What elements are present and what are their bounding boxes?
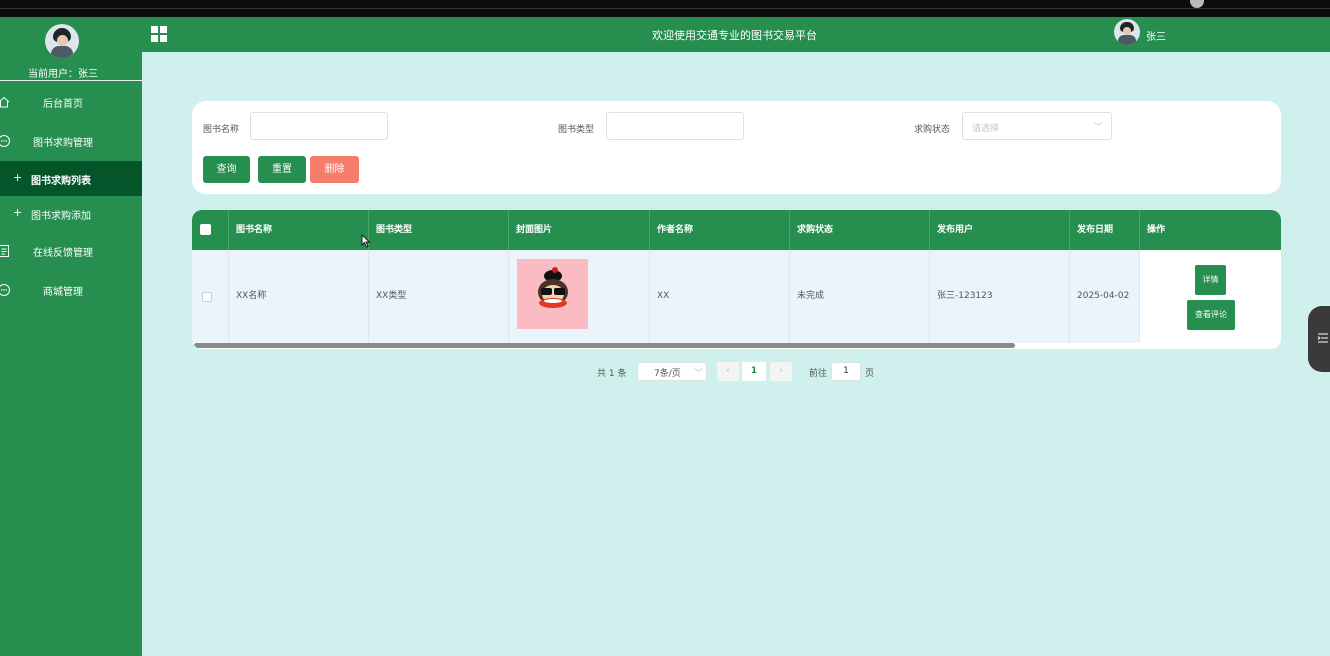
table-row[interactable]: XX名称 XX类型 XX 未完成 张三-123123 2025-04-02 详情… <box>192 250 1281 343</box>
sidebar-item-feedback-management[interactable]: 在线反馈管理 <box>0 233 142 269</box>
chevron-right-icon: › <box>779 366 783 376</box>
delete-button[interactable]: 删除 <box>310 156 359 183</box>
column-header[interactable]: 封面图片 <box>509 210 650 250</box>
cell-author: XX <box>650 250 790 343</box>
sidebar-item-label: 图书求购列表 <box>31 176 91 187</box>
chevron-down-icon: ﹀ <box>694 369 704 379</box>
header-select-all[interactable] <box>192 210 229 250</box>
column-header: 操作 <box>1147 225 1166 235</box>
sidebar-item-book-request-list[interactable]: + 图书求购列表 <box>0 161 142 196</box>
top-header: 欢迎使用交通专业的图书交易平台 张三 <box>142 17 1330 52</box>
reset-button[interactable]: 重置 <box>258 156 306 183</box>
horizontal-scrollbar[interactable] <box>194 343 1015 348</box>
sidebar-item-label: 图书求购添加 <box>31 211 91 222</box>
cell-date: 2025-04-02 <box>1070 250 1140 343</box>
search-panel: 图书名称 图书类型 求购状态 请选择 ﹀ 查询 重置 删除 <box>192 101 1281 194</box>
sidebar-divider <box>0 80 142 81</box>
page-size-select[interactable]: 7条/页 ﹀ <box>637 362 707 381</box>
sidebar-item-label: 后台首页 <box>43 98 83 110</box>
goto-page-input[interactable]: 1 <box>831 362 861 381</box>
table-header: 图书名称 图书类型 封面图片 作者名称 求购状态 发布用户 发布日期 操作 <box>192 210 1281 250</box>
chevron-down-icon: ﹀ <box>1093 123 1103 133</box>
data-table: 图书名称 图书类型 封面图片 作者名称 求购状态 发布用户 发布日期 操作 XX… <box>192 210 1281 349</box>
status-select[interactable]: 请选择 ﹀ <box>962 112 1112 140</box>
goto-label: 前往 <box>809 369 828 379</box>
sidebar-item-book-request-add[interactable]: + 图书求购添加 <box>0 196 142 231</box>
detail-button[interactable]: 详情 <box>1195 265 1226 295</box>
row-checkbox[interactable] <box>202 292 212 302</box>
book-type-input[interactable] <box>606 112 744 140</box>
sidebar-item-label: 图书求购管理 <box>33 137 93 149</box>
site-title: 欢迎使用交通专业的图书交易平台 <box>652 29 817 42</box>
view-comments-button[interactable]: 查看评论 <box>1187 300 1235 330</box>
list-menu-icon <box>1317 333 1328 343</box>
cell-actions: 详情 查看评论 <box>1140 250 1281 343</box>
sidebar-avatar[interactable] <box>45 24 79 58</box>
top-strip-indicator <box>1190 0 1204 8</box>
plus-icon: + <box>13 171 23 184</box>
cell-status: 未完成 <box>790 250 930 343</box>
book-cover-image[interactable] <box>517 259 588 329</box>
select-all-checkbox[interactable] <box>200 224 211 235</box>
header-username[interactable]: 张三 <box>1146 28 1166 43</box>
column-header[interactable]: 求购状态 <box>790 210 930 250</box>
column-header[interactable]: 图书名称 <box>229 210 369 250</box>
mouse-cursor-icon <box>361 234 371 248</box>
sidebar-item-label: 在线反馈管理 <box>33 247 93 259</box>
plus-icon: + <box>13 206 23 219</box>
floating-side-tab[interactable] <box>1308 306 1330 372</box>
page-size-value: 7条/页 <box>654 369 681 379</box>
column-header[interactable]: 作者名称 <box>650 210 790 250</box>
next-page-button[interactable]: › <box>770 362 792 381</box>
book-name-input[interactable] <box>250 112 388 140</box>
book-type-label: 图书类型 <box>558 125 595 135</box>
prev-page-button[interactable]: ‹ <box>717 362 739 381</box>
cell-publisher: 张三-123123 <box>930 250 1070 343</box>
status-label: 求购状态 <box>914 125 951 135</box>
cell-book-name: XX名称 <box>229 250 369 343</box>
sidebar-item-dashboard[interactable]: 后台首页 <box>0 84 142 120</box>
current-page-number[interactable]: 1 <box>742 362 766 381</box>
sidebar: 当前用户：张三 后台首页 图书求购管理 + 图书求购列表 + 图书求购添加 在线… <box>0 17 142 656</box>
sidebar-item-label: 商城管理 <box>43 286 83 298</box>
top-strip-divider <box>0 8 1330 9</box>
cell-book-type: XX类型 <box>369 250 509 343</box>
window-top-strip <box>0 0 1330 17</box>
column-header[interactable]: 发布用户 <box>930 210 1070 250</box>
chevron-left-icon: ‹ <box>726 366 730 376</box>
current-user-label: 当前用户：张三 <box>28 69 98 80</box>
sidebar-item-book-request-management[interactable]: 图书求购管理 <box>0 123 142 159</box>
column-header[interactable]: 发布日期 <box>1070 210 1140 250</box>
header-avatar[interactable] <box>1114 19 1140 45</box>
column-header[interactable]: 图书类型 <box>369 210 509 250</box>
pagination-total: 共 1 条 <box>597 369 627 379</box>
sidebar-item-mall-management[interactable]: 商城管理 <box>0 272 142 308</box>
book-name-label: 图书名称 <box>203 125 240 135</box>
status-select-placeholder: 请选择 <box>972 124 1000 134</box>
page-unit-label: 页 <box>865 369 875 379</box>
menu-grid-icon[interactable] <box>151 26 167 42</box>
query-button[interactable]: 查询 <box>203 156 250 183</box>
row-select-cell <box>192 250 229 343</box>
